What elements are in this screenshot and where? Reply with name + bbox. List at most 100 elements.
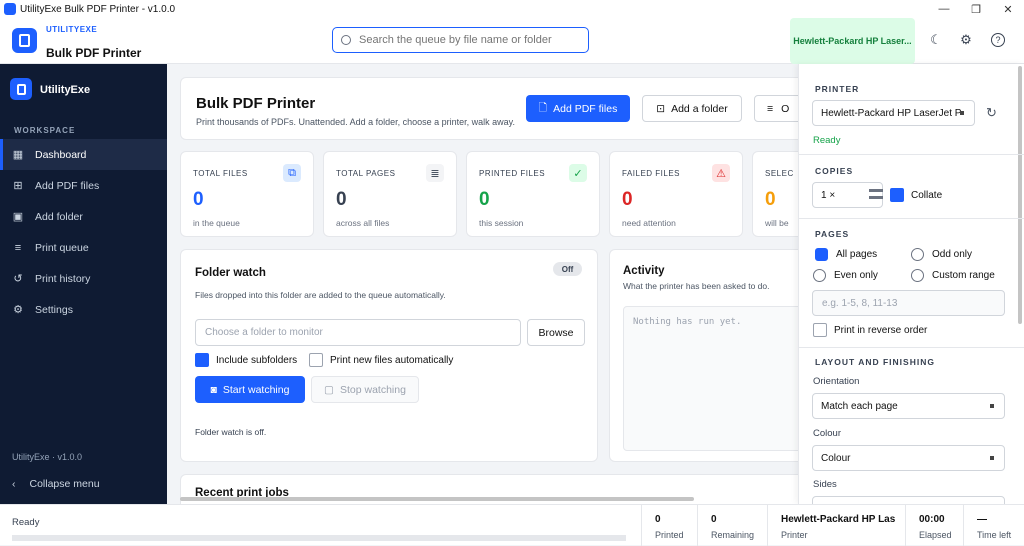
printer-chip[interactable]: Hewlett-Packard HP Laser... — [790, 18, 915, 64]
collapse-label: Collapse menu — [29, 478, 100, 490]
checkbox-unchecked — [309, 353, 323, 367]
checkbox-checked — [890, 188, 904, 202]
status-label: Time left — [977, 530, 1012, 540]
sidebar-item-label: Print queue — [35, 241, 89, 254]
maximize-button[interactable]: ❐ — [960, 0, 992, 18]
refresh-icon[interactable]: ↻ — [986, 105, 997, 121]
dark-mode-icon[interactable]: ☾ — [928, 32, 944, 48]
all-pages-radio[interactable]: All pages — [815, 248, 877, 261]
add-pdf-files-button[interactable]: 🗋 Add PDF files — [526, 95, 630, 122]
brand-title: Bulk PDF Printer — [46, 46, 142, 60]
reverse-order-checkbox[interactable]: Print in reverse order — [813, 323, 927, 337]
stat-value: 0 — [622, 189, 633, 210]
help-icon[interactable]: ? — [990, 32, 1006, 48]
status-value: 0 — [655, 514, 661, 525]
page-subtitle: Print thousands of PDFs. Unattended. Add… — [196, 117, 516, 127]
page-range-input[interactable]: e.g. 1-5, 8, 11-13 — [812, 290, 1005, 316]
colour-select[interactable]: Colour — [812, 445, 1005, 471]
orientation-select[interactable]: Match each page — [812, 393, 1005, 419]
folder-icon: ⊡ — [656, 102, 666, 115]
queue-icon: ≡ — [14, 241, 22, 254]
sidebar-item-label: Add folder — [35, 210, 83, 223]
sidebar-version: UtilityExe · v1.0.0 — [12, 452, 83, 462]
stat-card-total-files: TOTAL FILES ⧉ 0 in the queue — [180, 151, 314, 237]
stat-card-printed-files: PRINTED FILES ✓ 0 this session — [466, 151, 600, 237]
minimize-button[interactable]: — — [928, 0, 960, 18]
include-subfolders-checkbox[interactable]: Include subfolders — [195, 353, 297, 367]
divider — [799, 154, 1024, 155]
sidebar-item-print-history[interactable]: ↺ Print history — [0, 263, 167, 294]
file-icon: 🗋 — [538, 101, 548, 114]
hero-card: Bulk PDF Printer Print thousands of PDFs… — [180, 77, 820, 140]
folder-watch-card: Folder watch Off Files dropped into this… — [180, 249, 598, 462]
radio-selected — [815, 248, 828, 261]
activity-log: Nothing has run yet. — [623, 306, 818, 451]
gear-icon[interactable]: ⚙ — [958, 32, 974, 48]
stat-label: TOTAL PAGES — [336, 169, 396, 178]
sidebar-item-print-queue[interactable]: ≡ Print queue — [0, 232, 167, 263]
custom-range-radio[interactable]: Custom range — [911, 269, 995, 282]
select-value: Colour — [821, 452, 851, 464]
settings-icon: ⚙ — [13, 304, 23, 316]
logo-icon — [12, 28, 37, 53]
panel-scrollbar[interactable] — [1018, 66, 1022, 324]
radio-label: All pages — [836, 249, 878, 260]
status-printer: Hewlett-Packard HP Las Printer — [767, 505, 905, 546]
camera-icon: ◙ — [210, 383, 217, 396]
stat-value: 0 — [479, 189, 490, 210]
folder-watch-title: Folder watch — [195, 267, 266, 279]
checkbox-label: Collate — [911, 189, 943, 201]
app-header: UTILITYEXE Bulk PDF Printer Hewlett-Pack… — [0, 18, 1024, 64]
browse-button[interactable]: Browse — [527, 319, 585, 346]
stat-card-failed-files: FAILED FILES ⚠ 0 need attention — [609, 151, 743, 237]
sidebar-item-dashboard[interactable]: ▦ Dashboard — [0, 139, 167, 170]
collate-checkbox[interactable]: Collate — [890, 188, 942, 202]
collapse-menu-button[interactable]: ‹ Collapse menu — [12, 478, 100, 490]
list-icon: ≡ — [767, 102, 774, 115]
button-label: Stop watching — [339, 383, 406, 396]
status-label: Printer — [781, 530, 808, 540]
window-title: UtilityExe Bulk PDF Printer - v1.0.0 — [20, 3, 176, 15]
button-label: Add a folder — [671, 102, 728, 115]
printer-select[interactable]: Hewlett-Packard HP LaserJet P — [812, 100, 975, 126]
add-file-icon: ⊞ — [13, 180, 23, 192]
sidebar-item-add-pdf-files[interactable]: ⊞ Add PDF files — [0, 170, 167, 201]
brand-small: UTILITYEXE — [46, 25, 98, 34]
stepper-icon[interactable] — [869, 189, 883, 199]
start-watching-button[interactable]: ◙ Start watching — [195, 376, 305, 403]
history-icon: ↺ — [13, 273, 23, 285]
button-label: O — [781, 102, 790, 115]
button-label: Add PDF files — [553, 102, 618, 115]
stop-watching-button[interactable]: ▢ Stop watching — [311, 376, 419, 403]
select-value: Match each page — [821, 400, 898, 412]
add-folder-button[interactable]: ⊡ Add a folder — [642, 95, 742, 122]
stat-sub: across all files — [336, 218, 390, 228]
stat-value: 0 — [193, 189, 204, 210]
sidebar-logo-icon — [10, 78, 32, 100]
stat-label: SELEC — [765, 169, 794, 178]
select-caret-icon — [990, 456, 994, 460]
folder-watch-toggle[interactable]: Off — [553, 262, 582, 276]
sidebar-item-add-folder[interactable]: ▣ Add folder — [0, 201, 167, 232]
print-auto-checkbox[interactable]: Print new files automatically — [309, 353, 453, 367]
checkbox-unchecked — [813, 323, 827, 337]
printed-count: 0 Printed — [641, 505, 697, 546]
time-left: — Time left — [963, 505, 1024, 546]
search-box[interactable] — [332, 27, 589, 53]
divider — [799, 218, 1024, 219]
checkbox-label: Print new files automatically — [330, 354, 454, 366]
sidebar-item-settings[interactable]: ⚙ Settings — [0, 294, 167, 325]
folder-path-input[interactable]: Choose a folder to monitor — [195, 319, 521, 346]
search-input[interactable] — [359, 34, 579, 46]
even-only-radio[interactable]: Even only — [813, 269, 878, 282]
horizontal-scrollbar[interactable] — [180, 497, 694, 501]
sidebar-item-label: Print history — [35, 272, 91, 285]
odd-only-radio[interactable]: Odd only — [911, 248, 972, 261]
close-button[interactable]: ✕ — [992, 0, 1024, 18]
dashboard-icon: ▦ — [12, 149, 24, 161]
sides-label: Sides — [813, 479, 837, 490]
check-icon: ✓ — [569, 164, 587, 182]
sides-select[interactable] — [812, 496, 1005, 504]
radio-unselected — [911, 248, 924, 261]
radio-unselected — [911, 269, 924, 282]
